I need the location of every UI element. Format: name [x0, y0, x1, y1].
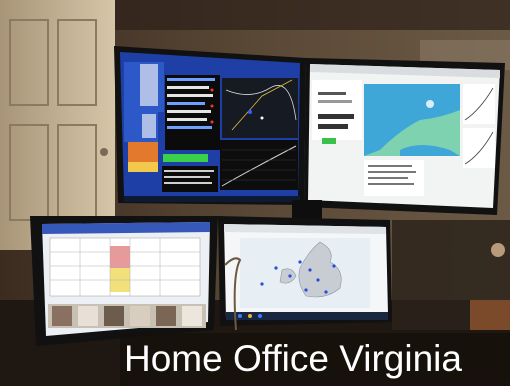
monitor-top-right — [304, 58, 505, 215]
graph-panel — [220, 140, 298, 190]
display-bottom-left — [30, 216, 218, 346]
alert-block — [128, 142, 158, 162]
status-bar-green — [163, 154, 208, 162]
green-indicator — [322, 138, 336, 144]
display-bottom-right — [218, 216, 392, 326]
door — [0, 0, 115, 250]
photo-caption: Home Office Virginia — [124, 338, 462, 379]
home-office-photo — [0, 0, 510, 386]
monitor-top-left — [114, 46, 306, 205]
red-cell — [110, 246, 130, 268]
door-knob — [100, 148, 108, 156]
